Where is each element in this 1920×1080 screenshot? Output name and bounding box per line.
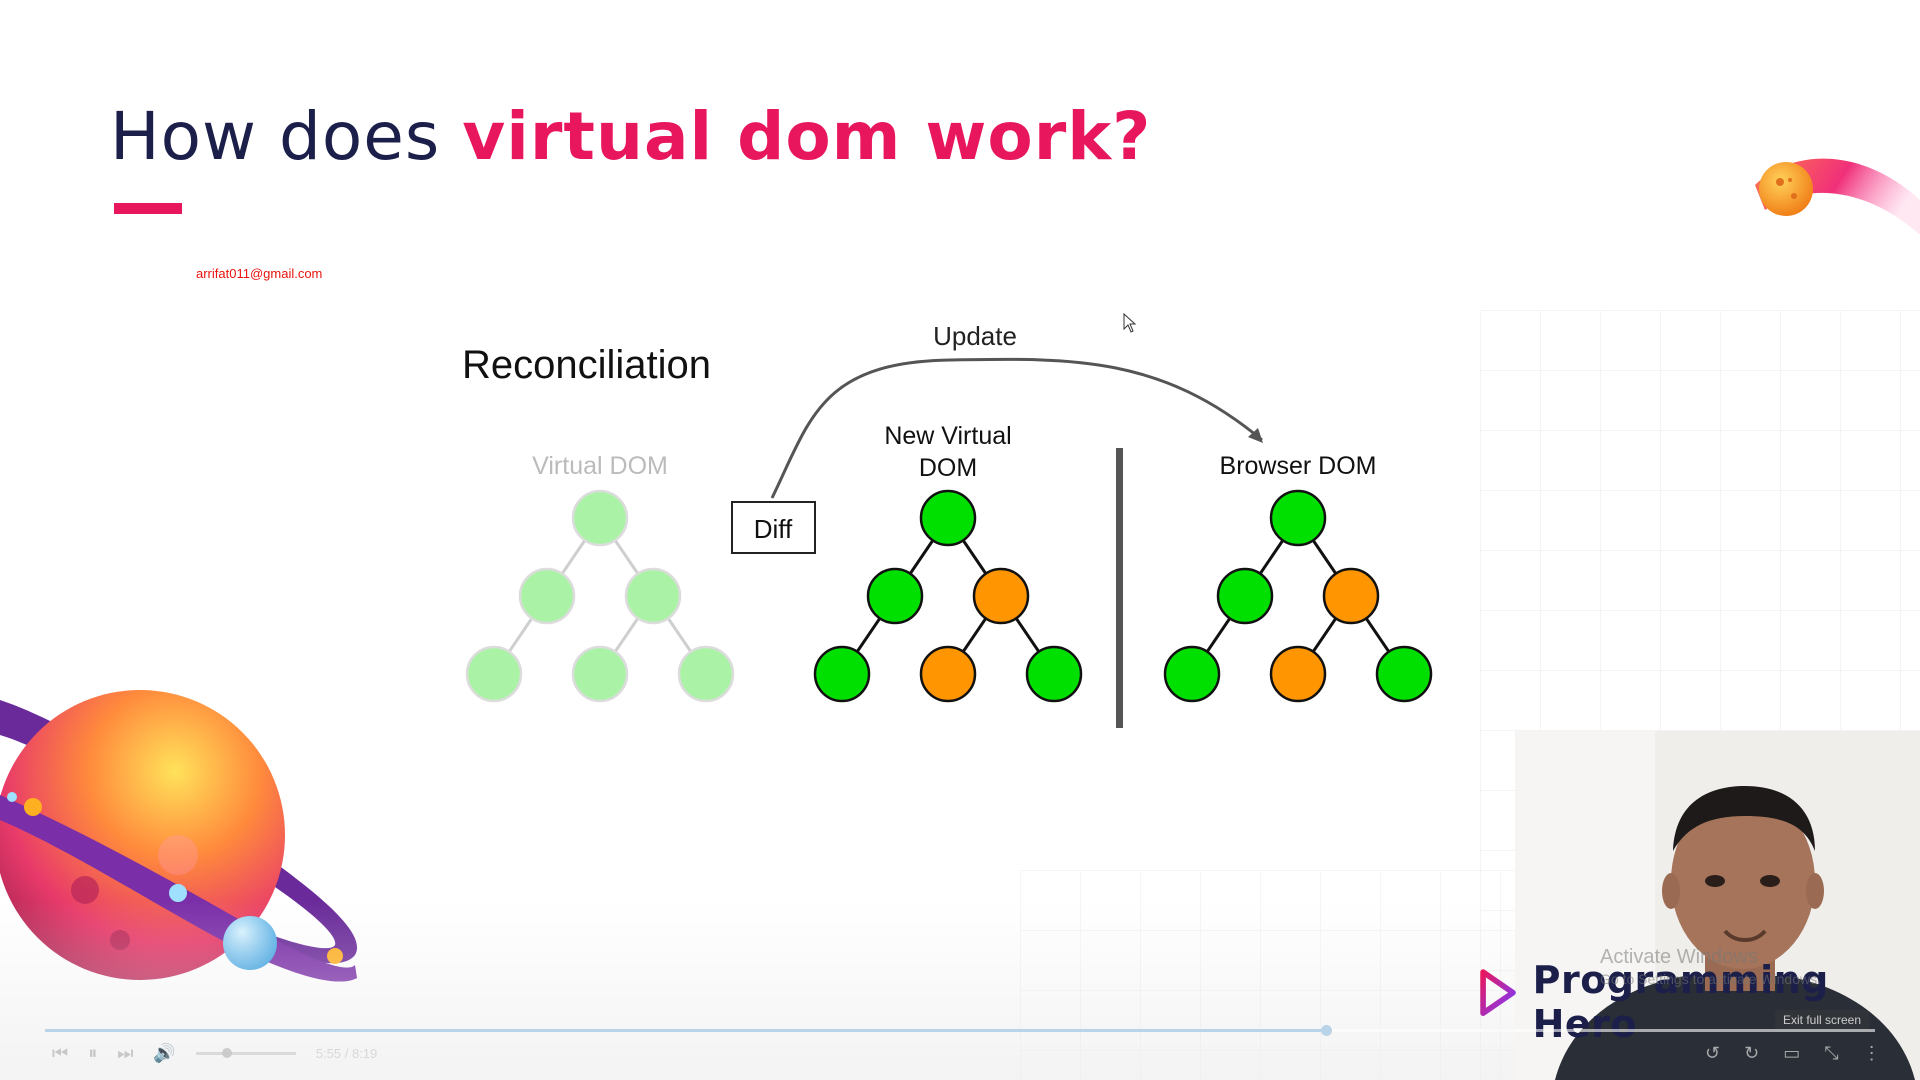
- diagram-heading: Reconciliation: [462, 343, 711, 387]
- tree-node-green: [465, 645, 523, 703]
- fullscreen-exit-icon[interactable]: ⤡: [1824, 1043, 1838, 1064]
- tree-node-orange: [919, 645, 977, 703]
- page-title: How does virtual dom work?: [110, 98, 1151, 175]
- diff-label: Diff: [754, 514, 793, 544]
- forward-icon[interactable]: ↻: [1744, 1043, 1759, 1064]
- reconciliation-diagram: Reconciliation Update Diff Virtual DOM N…: [462, 321, 1433, 728]
- video-progress-fill: [45, 1029, 1326, 1032]
- activate-windows-title: Activate Windows: [1600, 946, 1758, 968]
- video-progress-handle[interactable]: [1321, 1025, 1332, 1036]
- more-icon[interactable]: ⋮: [1863, 1043, 1881, 1064]
- programming-hero-logo-icon: [1471, 969, 1516, 1029]
- update-arrow: [770, 357, 1263, 499]
- activate-windows-watermark: Activate Windows Go to Settings to activ…: [1600, 946, 1821, 987]
- pause-icon[interactable]: ⏸: [88, 1043, 97, 1064]
- volume-slider[interactable]: [195, 1048, 296, 1058]
- tree-node-green: [571, 489, 629, 547]
- video-time: 5:55 / 8:19: [315, 1046, 378, 1061]
- tree-node-green: [866, 567, 924, 625]
- volume-handle[interactable]: [221, 1048, 232, 1058]
- title-plain: How does: [110, 98, 463, 175]
- dom-trees: [465, 489, 1433, 703]
- comet-illustration: [1755, 158, 1920, 235]
- tree-node-orange: [1322, 567, 1380, 625]
- tree-node-green: [518, 567, 576, 625]
- tree-node-green: [919, 489, 977, 547]
- volume-icon[interactable]: 🔊: [153, 1043, 175, 1064]
- previous-icon[interactable]: ⏮: [52, 1043, 68, 1064]
- tree-node-green: [1216, 567, 1274, 625]
- tree-label-new-virtual-dom: New Virtual: [884, 422, 1011, 450]
- slide: How does virtual dom work? arrifat011@gm…: [0, 0, 1920, 1080]
- player-controls: ⏮ ⏸ ⏭ 🔊 5:55 / 8:19: [52, 1043, 377, 1064]
- captions-icon[interactable]: ▭: [1783, 1043, 1800, 1064]
- video-progress-bar[interactable]: [45, 1025, 1875, 1036]
- tree-node-green: [1269, 489, 1327, 547]
- tree-node-orange: [972, 567, 1030, 625]
- tree-label-new-virtual-dom-2: DOM: [919, 454, 977, 482]
- tree-node-green: [571, 645, 629, 703]
- title-accent: virtual dom work?: [462, 98, 1152, 175]
- exit-fullscreen-button[interactable]: Exit full screen: [1775, 1010, 1870, 1030]
- tree-node-green: [624, 567, 682, 625]
- update-label: Update: [933, 321, 1017, 351]
- tree-label-virtual-dom: Virtual DOM: [532, 452, 668, 480]
- tree-node-green: [1375, 645, 1433, 703]
- tree-node-orange: [1269, 645, 1327, 703]
- tree-node-green: [813, 645, 871, 703]
- title-underline: [114, 203, 182, 214]
- tree-node-green: [1025, 645, 1083, 703]
- email-watermark: arrifat011@gmail.com: [196, 266, 323, 281]
- tree-node-green: [677, 645, 735, 703]
- next-icon[interactable]: ⏭: [117, 1043, 133, 1064]
- activate-windows-subtitle: Go to Settings to activate Windows.: [1600, 971, 1821, 987]
- mouse-cursor: [1123, 313, 1137, 333]
- tree-node-green: [1163, 645, 1221, 703]
- tree-label-browser-dom: Browser DOM: [1220, 452, 1377, 480]
- separator-line: [1116, 448, 1123, 728]
- player-right-controls: ↺ ↻ ▭ ⤡ ⋮: [1705, 1043, 1881, 1064]
- replay-icon[interactable]: ↺: [1705, 1043, 1720, 1064]
